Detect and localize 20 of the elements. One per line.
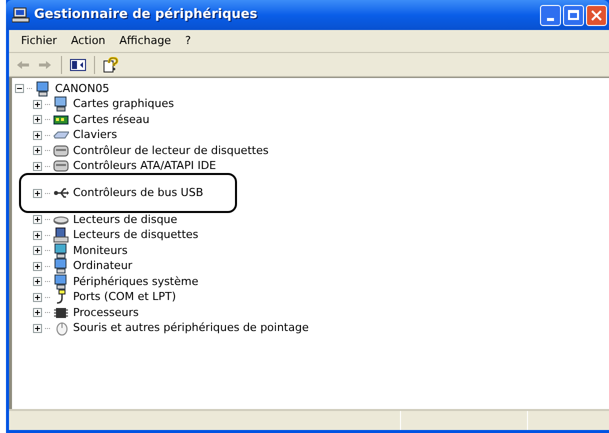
tree-item[interactable]: Contrôleurs de bus USB [72,184,204,202]
tree-item[interactable]: Lecteurs de disquettes [72,227,200,244]
menu-item[interactable]: Fichier [15,33,63,50]
tree-item[interactable]: Lecteurs de disque [72,212,178,228]
tree-item[interactable]: Contrôleur de lecteur de disquettes [72,142,270,159]
tree-item[interactable]: Cartes réseau [72,112,151,128]
tree-item[interactable]: Moniteurs [72,242,129,259]
tree-item[interactable]: Périphériques système [72,274,200,290]
tree-item[interactable]: Processeurs [72,304,140,321]
tree-item[interactable]: Claviers [72,127,118,144]
menu-item[interactable]: Action [64,33,112,50]
tree-item[interactable]: Cartes graphiques [72,96,175,112]
tree-item[interactable]: Ordinateur [72,258,134,274]
menu-item[interactable]: ? [179,33,197,50]
tree-item[interactable]: CANON05 [54,80,110,97]
menu-item[interactable]: Affichage [113,33,178,50]
tree-item[interactable]: Souris et autres périphériques de pointage [72,320,310,336]
tree-item[interactable]: Contrôleurs ATA/ATAPI IDE [72,158,218,174]
window-title: Gestionnaire de périphériques [34,6,258,24]
tree-item[interactable]: Ports (COM et LPT) [72,289,178,306]
